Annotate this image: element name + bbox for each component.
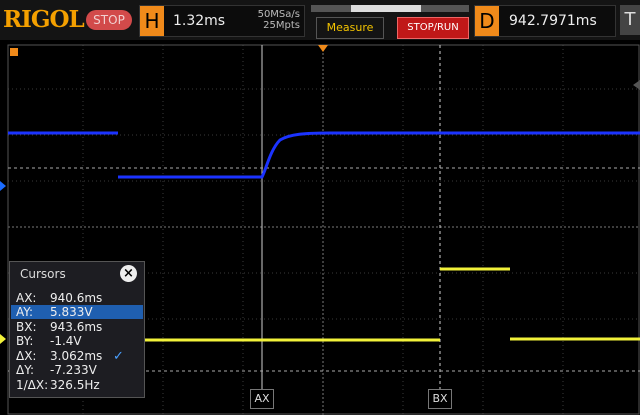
brand-logo: RIGOL [3,6,85,33]
cursor-ax-label[interactable]: AX [250,389,274,409]
cursor-value: 5.833V [50,305,93,319]
memory-depth: 25Mpts [263,20,300,31]
cursor-key: AX: [16,291,37,305]
cursor-value: -7.233V [50,363,97,377]
trigger-position-marker [318,45,328,52]
cursor-key: BY: [16,334,34,348]
cursor-value: 940.6ms [50,291,103,305]
horizontal-panel[interactable]: H 1.32ms 50MSa/s 25Mpts [139,5,305,37]
top-bar: RIGOL STOP H 1.32ms 50MSa/s 25Mpts Measu… [0,0,640,40]
ch1-waveform [143,267,640,342]
run-state-badge[interactable]: STOP [86,10,132,30]
close-icon[interactable]: × [120,265,137,282]
cursor-row-inv-dx[interactable]: 1/ΔX: 326.5Hz [11,378,143,392]
cursor-key: 1/ΔX: [16,378,49,392]
measure-button[interactable]: Measure [316,17,384,39]
cursor-row-ax[interactable]: AX: 940.6ms [11,291,143,305]
cursor-key: AY: [16,305,34,319]
ch2-offset-marker [0,181,6,191]
delay-letter: D [475,6,499,36]
sample-rate: 50MSa/s [257,9,300,20]
cursor-value: 326.5Hz [50,378,100,392]
ch2-waveform [8,131,640,179]
cursor-value: 943.6ms [50,320,103,334]
acquisition-info: 50MSa/s 25Mpts [245,9,300,31]
trigger-level-marker [10,48,18,56]
cursor-row-dy[interactable]: ΔY: -7.233V [11,363,143,377]
delay-panel[interactable]: D 942.7971ms [474,5,616,37]
checkmark-icon: ✓ [113,349,124,364]
ch1-offset-marker [0,334,6,344]
cursor-row-ay[interactable]: AY: 5.833V [11,305,143,319]
trigger-panel[interactable]: T [620,5,640,35]
cursor-key: ΔX: [16,349,37,363]
cursor-row-dx[interactable]: ΔX: 3.062ms ✓ [11,349,143,364]
timebase-value: 1.32ms [173,13,226,29]
memory-position-strip [311,5,469,12]
cursor-value: 3.062ms [50,349,103,363]
memory-window [351,5,421,12]
cursor-bx-label[interactable]: BX [428,389,452,409]
cursor-value: -1.4V [50,334,82,348]
cursor-key: ΔY: [16,363,34,377]
cursor-row-by[interactable]: BY: -1.4V [11,334,143,348]
cursor-row-bx[interactable]: BX: 943.6ms [11,320,143,334]
cursors-title: Cursors [20,267,66,281]
cursor-key: BX: [16,320,37,334]
delay-value: 942.7971ms [509,13,597,29]
horizontal-letter: H [140,6,164,36]
stop-run-button[interactable]: STOP/RUN [397,17,469,39]
cursors-panel[interactable]: Cursors × AX: 940.6ms AY: 5.833V BX: 943… [9,261,145,398]
